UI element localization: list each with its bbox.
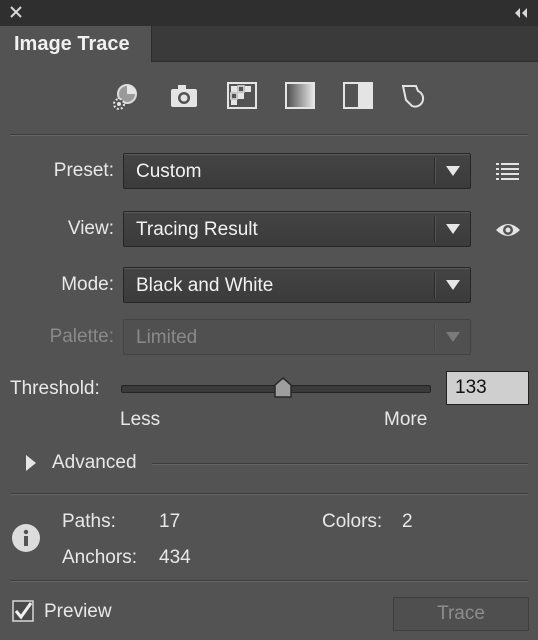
colors-value: 2 xyxy=(402,511,413,532)
info-icon xyxy=(11,523,41,553)
trace-button[interactable]: Trace xyxy=(393,597,529,631)
separator xyxy=(10,580,528,582)
collapse-panel-icon[interactable] xyxy=(512,6,530,20)
palette-label: Palette: xyxy=(49,326,114,347)
threshold-min-label: Less xyxy=(120,409,161,430)
chevron-down-icon xyxy=(446,224,460,234)
colors-label: Colors: xyxy=(322,511,383,532)
advanced-label: Advanced xyxy=(52,452,137,473)
auto-color-preset-button[interactable] xyxy=(108,78,144,114)
preset-button-row xyxy=(0,78,538,118)
low-color-preset-button[interactable] xyxy=(224,78,260,114)
palette-value: Limited xyxy=(136,327,198,348)
preset-value: Custom xyxy=(136,161,202,182)
view-label: View: xyxy=(67,218,114,239)
preview-checkbox[interactable] xyxy=(12,600,34,622)
list-menu-icon[interactable] xyxy=(495,159,523,183)
mode-dropdown[interactable]: Black and White xyxy=(123,267,471,303)
panel-titlebar xyxy=(0,0,538,26)
half-square-icon xyxy=(343,82,373,109)
threshold-max-label: More xyxy=(384,409,428,430)
mode-value: Black and White xyxy=(136,275,274,296)
grayscale-preset-button[interactable] xyxy=(282,78,318,114)
threshold-label: Threshold: xyxy=(10,378,100,399)
tab-bar: Image Trace xyxy=(0,26,538,62)
preset-label: Preset: xyxy=(53,160,114,181)
disclosure-triangle-icon xyxy=(26,455,36,471)
chevron-down-icon xyxy=(446,332,460,342)
grid-squares-icon xyxy=(227,82,257,109)
preview-label: Preview xyxy=(44,601,112,622)
mode-label: Mode: xyxy=(61,274,114,295)
separator xyxy=(152,463,528,465)
view-value: Tracing Result xyxy=(136,219,258,240)
anchors-value: 434 xyxy=(159,547,191,568)
high-color-preset-button[interactable] xyxy=(166,78,202,114)
grayscale-gradient-icon xyxy=(285,82,315,109)
palette-dropdown: Limited xyxy=(123,319,471,355)
auto-color-gear-icon xyxy=(113,84,137,110)
threshold-input[interactable]: 133 xyxy=(446,371,529,405)
close-icon[interactable] xyxy=(8,4,24,20)
outline-preset-button[interactable] xyxy=(398,78,434,114)
separator xyxy=(10,493,528,495)
chevron-down-icon xyxy=(446,280,460,290)
preset-dropdown[interactable]: Custom xyxy=(123,153,471,189)
black-and-white-preset-button[interactable] xyxy=(340,78,376,114)
chevron-down-icon xyxy=(446,166,460,176)
eye-icon[interactable] xyxy=(494,218,522,242)
threshold-slider-handle[interactable] xyxy=(273,377,293,399)
separator xyxy=(10,134,528,136)
view-dropdown[interactable]: Tracing Result xyxy=(123,211,471,247)
anchors-label: Anchors: xyxy=(62,547,137,568)
outline-shape-icon xyxy=(401,85,425,108)
paths-label: Paths: xyxy=(62,511,116,532)
camera-icon xyxy=(171,85,197,107)
tab-image-trace[interactable]: Image Trace xyxy=(0,26,152,62)
paths-value: 17 xyxy=(159,511,181,532)
